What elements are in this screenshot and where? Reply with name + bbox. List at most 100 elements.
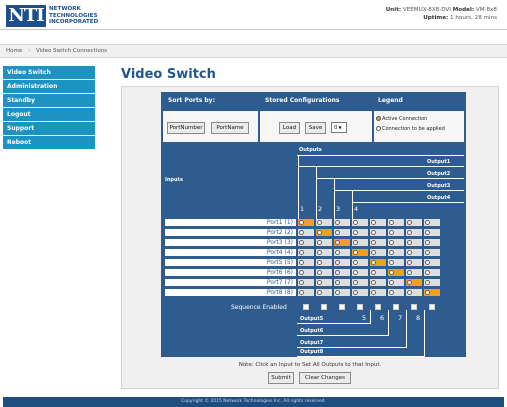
input-port-5-label[interactable]: Port5 (5): [165, 259, 296, 266]
connection-radio[interactable]: [389, 280, 394, 285]
connection-cell-in4-out4[interactable]: [352, 249, 368, 256]
connection-cell-in4-out5[interactable]: [370, 249, 386, 256]
connection-cell-in8-out4[interactable]: [352, 289, 368, 296]
breadcrumb-home-link[interactable]: Home: [6, 48, 22, 54]
sequence-enabled-checkbox-output-5[interactable]: [375, 304, 381, 310]
connection-radio[interactable]: [371, 280, 376, 285]
connection-cell-in8-out7[interactable]: [406, 289, 422, 296]
sequence-enabled-checkbox-output-4[interactable]: [357, 304, 363, 310]
connection-radio[interactable]: [299, 290, 304, 295]
connection-radio[interactable]: [335, 250, 340, 255]
connection-radio[interactable]: [299, 270, 304, 275]
connection-radio[interactable]: [299, 280, 304, 285]
connection-radio[interactable]: [335, 290, 340, 295]
connection-cell-in6-out7[interactable]: [406, 269, 422, 276]
sequence-enabled-checkbox-output-1[interactable]: [303, 304, 309, 310]
connection-radio[interactable]: [425, 230, 430, 235]
sidebar-item-video-switch[interactable]: Video Switch: [3, 66, 95, 80]
input-port-2-label[interactable]: Port2 (2): [165, 229, 296, 236]
connection-cell-in3-out6[interactable]: [388, 239, 404, 246]
connection-radio[interactable]: [317, 260, 322, 265]
connection-cell-in1-out8[interactable]: [424, 219, 440, 226]
sidebar-item-logout[interactable]: Logout: [3, 108, 95, 122]
connection-cell-in5-out5[interactable]: [370, 259, 386, 266]
connection-cell-in5-out1[interactable]: [298, 259, 314, 266]
connection-radio[interactable]: [389, 260, 394, 265]
input-port-1-label[interactable]: Port1 (1): [165, 219, 296, 226]
connection-radio[interactable]: [425, 250, 430, 255]
connection-cell-in1-out5[interactable]: [370, 219, 386, 226]
connection-cell-in5-out2[interactable]: [316, 259, 332, 266]
connection-cell-in4-out7[interactable]: [406, 249, 422, 256]
connection-cell-in1-out2[interactable]: [316, 219, 332, 226]
connection-radio[interactable]: [353, 230, 358, 235]
connection-cell-in3-out7[interactable]: [406, 239, 422, 246]
connection-cell-in6-out8[interactable]: [424, 269, 440, 276]
input-port-4-label[interactable]: Port4 (4): [165, 249, 296, 256]
connection-radio[interactable]: [335, 230, 340, 235]
connection-cell-in3-out1[interactable]: [298, 239, 314, 246]
sequence-enabled-checkbox-output-2[interactable]: [321, 304, 327, 310]
input-port-8-label[interactable]: Port8 (8): [165, 289, 296, 296]
connection-cell-in7-out5[interactable]: [370, 279, 386, 286]
connection-cell-in8-out6[interactable]: [388, 289, 404, 296]
submit-button[interactable]: Submit: [268, 372, 294, 384]
connection-cell-in1-out7[interactable]: [406, 219, 422, 226]
connection-radio[interactable]: [371, 270, 376, 275]
connection-radio[interactable]: [317, 240, 322, 245]
connection-cell-in6-out5[interactable]: [370, 269, 386, 276]
connection-radio[interactable]: [407, 260, 412, 265]
connection-cell-in1-out1[interactable]: [298, 219, 314, 226]
connection-radio[interactable]: [389, 270, 394, 275]
connection-radio[interactable]: [353, 220, 358, 225]
connection-radio[interactable]: [389, 240, 394, 245]
connection-cell-in4-out1[interactable]: [298, 249, 314, 256]
connection-cell-in1-out3[interactable]: [334, 219, 350, 226]
connection-cell-in8-out1[interactable]: [298, 289, 314, 296]
connection-cell-in4-out3[interactable]: [334, 249, 350, 256]
sidebar-item-reboot[interactable]: Reboot: [3, 136, 95, 150]
connection-cell-in3-out2[interactable]: [316, 239, 332, 246]
sequence-enabled-checkbox-output-7[interactable]: [411, 304, 417, 310]
connection-cell-in2-out5[interactable]: [370, 229, 386, 236]
connection-radio[interactable]: [353, 270, 358, 275]
connection-cell-in2-out6[interactable]: [388, 229, 404, 236]
connection-cell-in5-out7[interactable]: [406, 259, 422, 266]
connection-radio[interactable]: [389, 220, 394, 225]
load-button[interactable]: Load: [279, 122, 300, 134]
connection-cell-in2-out7[interactable]: [406, 229, 422, 236]
connection-cell-in8-out8[interactable]: [424, 289, 440, 296]
connection-cell-in3-out4[interactable]: [352, 239, 368, 246]
connection-cell-in3-out3[interactable]: [334, 239, 350, 246]
connection-cell-in8-out5[interactable]: [370, 289, 386, 296]
input-port-3-label[interactable]: Port3 (3): [165, 239, 296, 246]
connection-radio[interactable]: [425, 290, 430, 295]
sequence-enabled-checkbox-output-8[interactable]: [429, 304, 435, 310]
connection-cell-in7-out3[interactable]: [334, 279, 350, 286]
connection-radio[interactable]: [371, 230, 376, 235]
connection-cell-in8-out3[interactable]: [334, 289, 350, 296]
connection-cell-in2-out2[interactable]: [316, 229, 332, 236]
connection-radio[interactable]: [371, 240, 376, 245]
connection-cell-in7-out8[interactable]: [424, 279, 440, 286]
connection-radio[interactable]: [389, 230, 394, 235]
connection-radio[interactable]: [335, 220, 340, 225]
connection-cell-in7-out6[interactable]: [388, 279, 404, 286]
connection-radio[interactable]: [353, 260, 358, 265]
connection-cell-in7-out4[interactable]: [352, 279, 368, 286]
connection-radio[interactable]: [407, 240, 412, 245]
connection-radio[interactable]: [299, 260, 304, 265]
connection-radio[interactable]: [335, 240, 340, 245]
connection-cell-in4-out2[interactable]: [316, 249, 332, 256]
connection-radio[interactable]: [299, 250, 304, 255]
connection-cell-in1-out6[interactable]: [388, 219, 404, 226]
connection-radio[interactable]: [425, 240, 430, 245]
connection-radio[interactable]: [317, 290, 322, 295]
connection-cell-in2-out1[interactable]: [298, 229, 314, 236]
connection-radio[interactable]: [371, 250, 376, 255]
connection-radio[interactable]: [371, 290, 376, 295]
connection-cell-in7-out7[interactable]: [406, 279, 422, 286]
input-port-6-label[interactable]: Port6 (6): [165, 269, 296, 276]
connection-radio[interactable]: [353, 280, 358, 285]
connection-radio[interactable]: [353, 250, 358, 255]
